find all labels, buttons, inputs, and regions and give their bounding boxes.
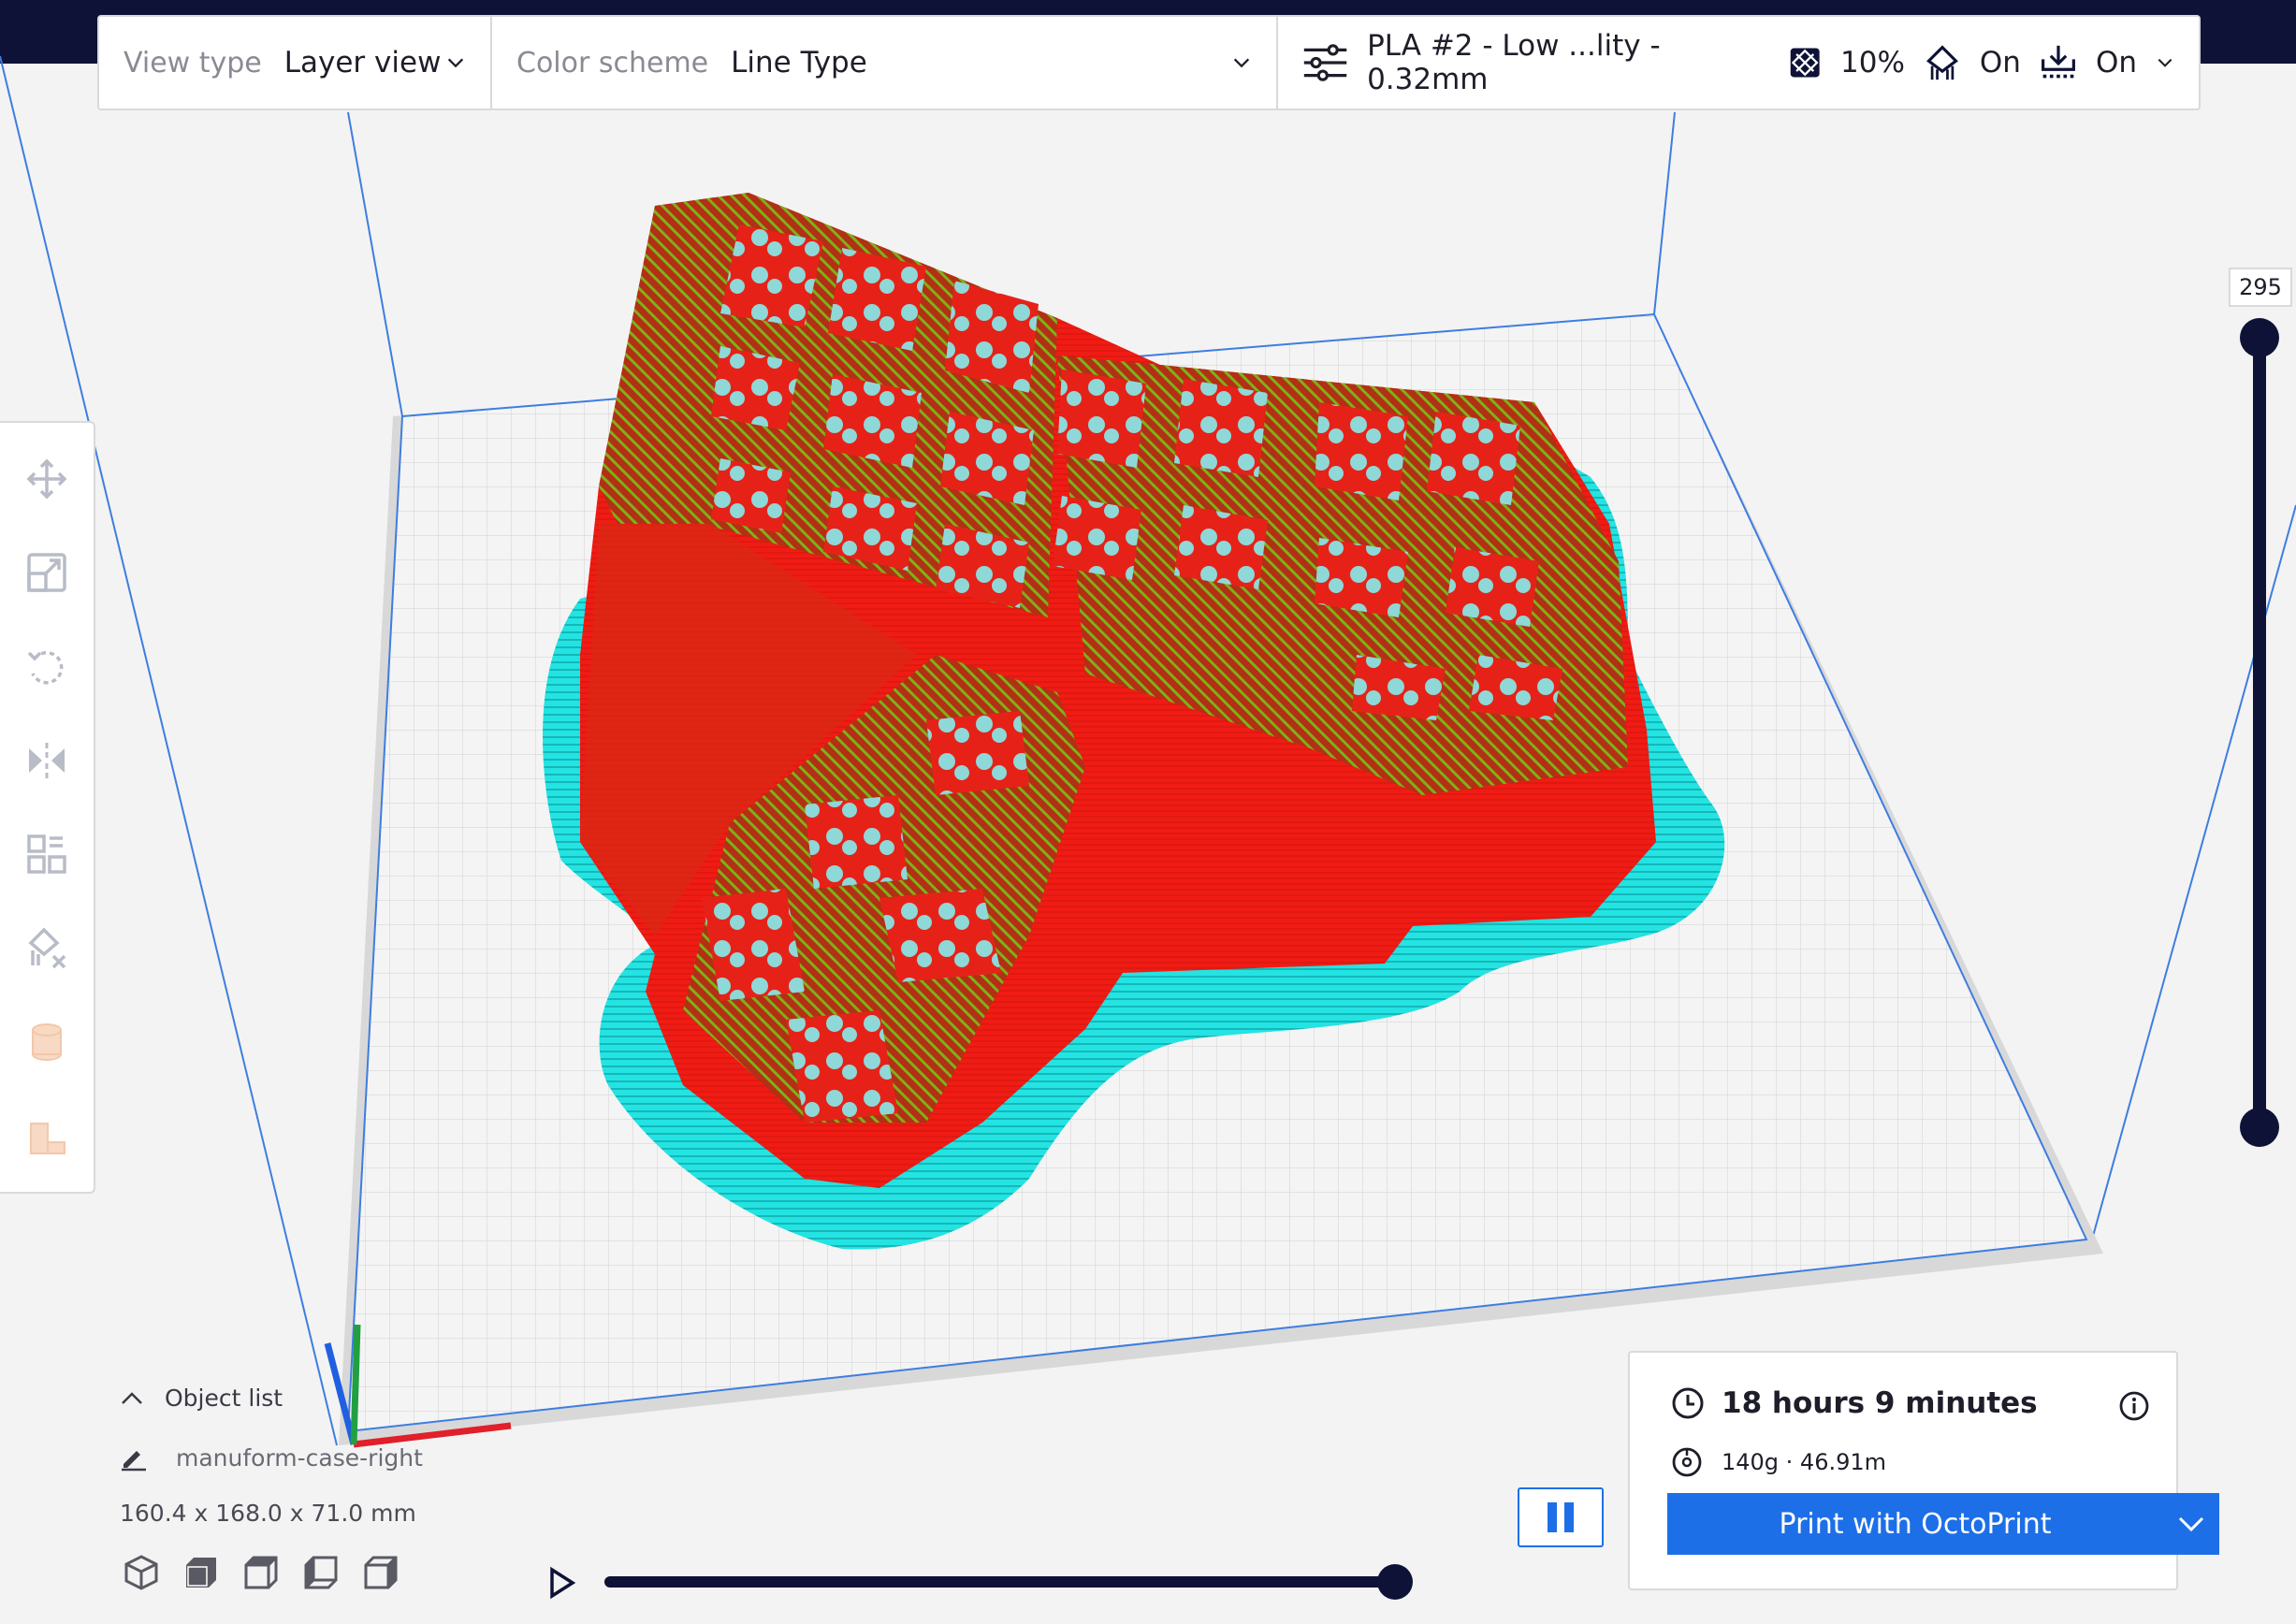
material-row: 140g · 46.91m <box>1671 1446 1886 1478</box>
object-list-panel: Object list manuform-case-right 160.4 x … <box>120 1385 423 1527</box>
mirror-icon <box>29 742 65 778</box>
print-button-label: Print with OctoPrint <box>1779 1507 2052 1541</box>
stage-header-bar: View type Layer view Color scheme Line T… <box>97 15 2201 110</box>
custom-support-button[interactable] <box>21 1109 73 1162</box>
infill-icon <box>1790 48 1820 78</box>
view-right-button[interactable] <box>361 1553 400 1592</box>
view-type-label: View type <box>124 46 262 80</box>
cube-front-icon <box>186 1558 216 1588</box>
info-icon[interactable] <box>2118 1390 2150 1422</box>
color-scheme-selector[interactable]: Color scheme Line Type <box>492 17 1278 109</box>
color-scheme-value: Line Type <box>731 46 867 80</box>
view-type-value: Layer view <box>283 46 442 80</box>
object-dimensions: 160.4 x 168.0 x 71.0 mm <box>120 1500 416 1527</box>
mirror-tool-button[interactable] <box>21 734 73 787</box>
chevron-down-icon <box>447 58 464 68</box>
cube-right-icon <box>364 1556 398 1589</box>
print-settings-selector[interactable]: PLA #2 - Low ...lity - 0.32mm 10% On On <box>1278 17 2199 109</box>
clock-icon <box>1672 1387 1704 1419</box>
chevron-down-icon <box>2178 1516 2204 1532</box>
view-left-button[interactable] <box>301 1553 341 1592</box>
view-orientation-buttons <box>122 1553 400 1592</box>
scale-icon <box>27 553 66 593</box>
settings-sliders-icon <box>1303 44 1347 81</box>
per-model-settings-icon <box>27 834 66 874</box>
object-list-heading: Object list <box>165 1385 283 1412</box>
view-type-selector[interactable]: View type Layer view <box>99 17 492 109</box>
pause-icon <box>1548 1502 1557 1532</box>
object-name: manuform-case-right <box>176 1443 423 1472</box>
view-front-button[interactable] <box>182 1553 221 1592</box>
rotate-tool-button[interactable] <box>21 641 73 693</box>
layer-number-input[interactable]: 295 <box>2229 268 2292 307</box>
cylinder-tool-button[interactable] <box>21 1016 73 1068</box>
layer-slider-track[interactable] <box>2253 335 2266 1128</box>
material-usage: 140g · 46.91m <box>1722 1449 1887 1475</box>
cylinder-icon <box>32 1022 62 1061</box>
move-icon <box>26 458 67 500</box>
adhesion-icon <box>2041 45 2075 79</box>
chevron-down-icon <box>1233 58 1250 68</box>
custom-support-icon <box>30 1122 65 1154</box>
print-time: 18 hours 9 minutes <box>1722 1386 2038 1420</box>
move-tool-button[interactable] <box>21 453 73 505</box>
view-top-button[interactable] <box>241 1553 281 1592</box>
per-model-settings-button[interactable] <box>21 828 73 880</box>
print-with-octoprint-button[interactable]: Print with OctoPrint <box>1667 1493 2219 1555</box>
infill-value: 10% <box>1840 46 1905 80</box>
scale-tool-button[interactable] <box>21 546 73 599</box>
layer-slider-lower-handle[interactable] <box>2240 1108 2279 1147</box>
cube-3d-icon <box>124 1555 158 1590</box>
cube-left-icon <box>304 1556 338 1589</box>
print-time-row: 18 hours 9 minutes <box>1671 1386 2038 1420</box>
adhesion-value: On <box>2095 46 2137 80</box>
pause-icon-bar <box>1564 1502 1574 1532</box>
simulation-progress-handle[interactable] <box>1377 1564 1413 1600</box>
pencil-icon <box>122 1451 146 1472</box>
simulation-progress-track[interactable] <box>604 1576 1396 1588</box>
tool-sidebar <box>0 421 95 1194</box>
spool-icon <box>1672 1447 1702 1477</box>
cube-top-icon <box>244 1556 278 1589</box>
object-list-toggle[interactable]: Object list <box>120 1385 423 1412</box>
rotate-icon <box>27 650 64 685</box>
object-name-row[interactable]: manuform-case-right <box>120 1443 423 1472</box>
color-scheme-label: Color scheme <box>516 46 709 80</box>
pause-button[interactable] <box>1518 1487 1604 1547</box>
layer-slider-upper-handle[interactable] <box>2240 318 2279 357</box>
print-options-dropdown[interactable] <box>2163 1515 2219 1533</box>
profile-name: PLA #2 - Low ...lity - 0.32mm <box>1367 29 1661 96</box>
view-3d-button[interactable] <box>122 1553 161 1592</box>
chevron-up-icon <box>122 1391 142 1404</box>
support-blocker-icon <box>28 927 66 969</box>
play-icon[interactable] <box>543 1564 580 1602</box>
chevron-down-icon <box>2158 58 2172 67</box>
support-icon <box>1925 45 1958 80</box>
support-blocker-button[interactable] <box>21 921 73 974</box>
support-value: On <box>1979 46 2021 80</box>
